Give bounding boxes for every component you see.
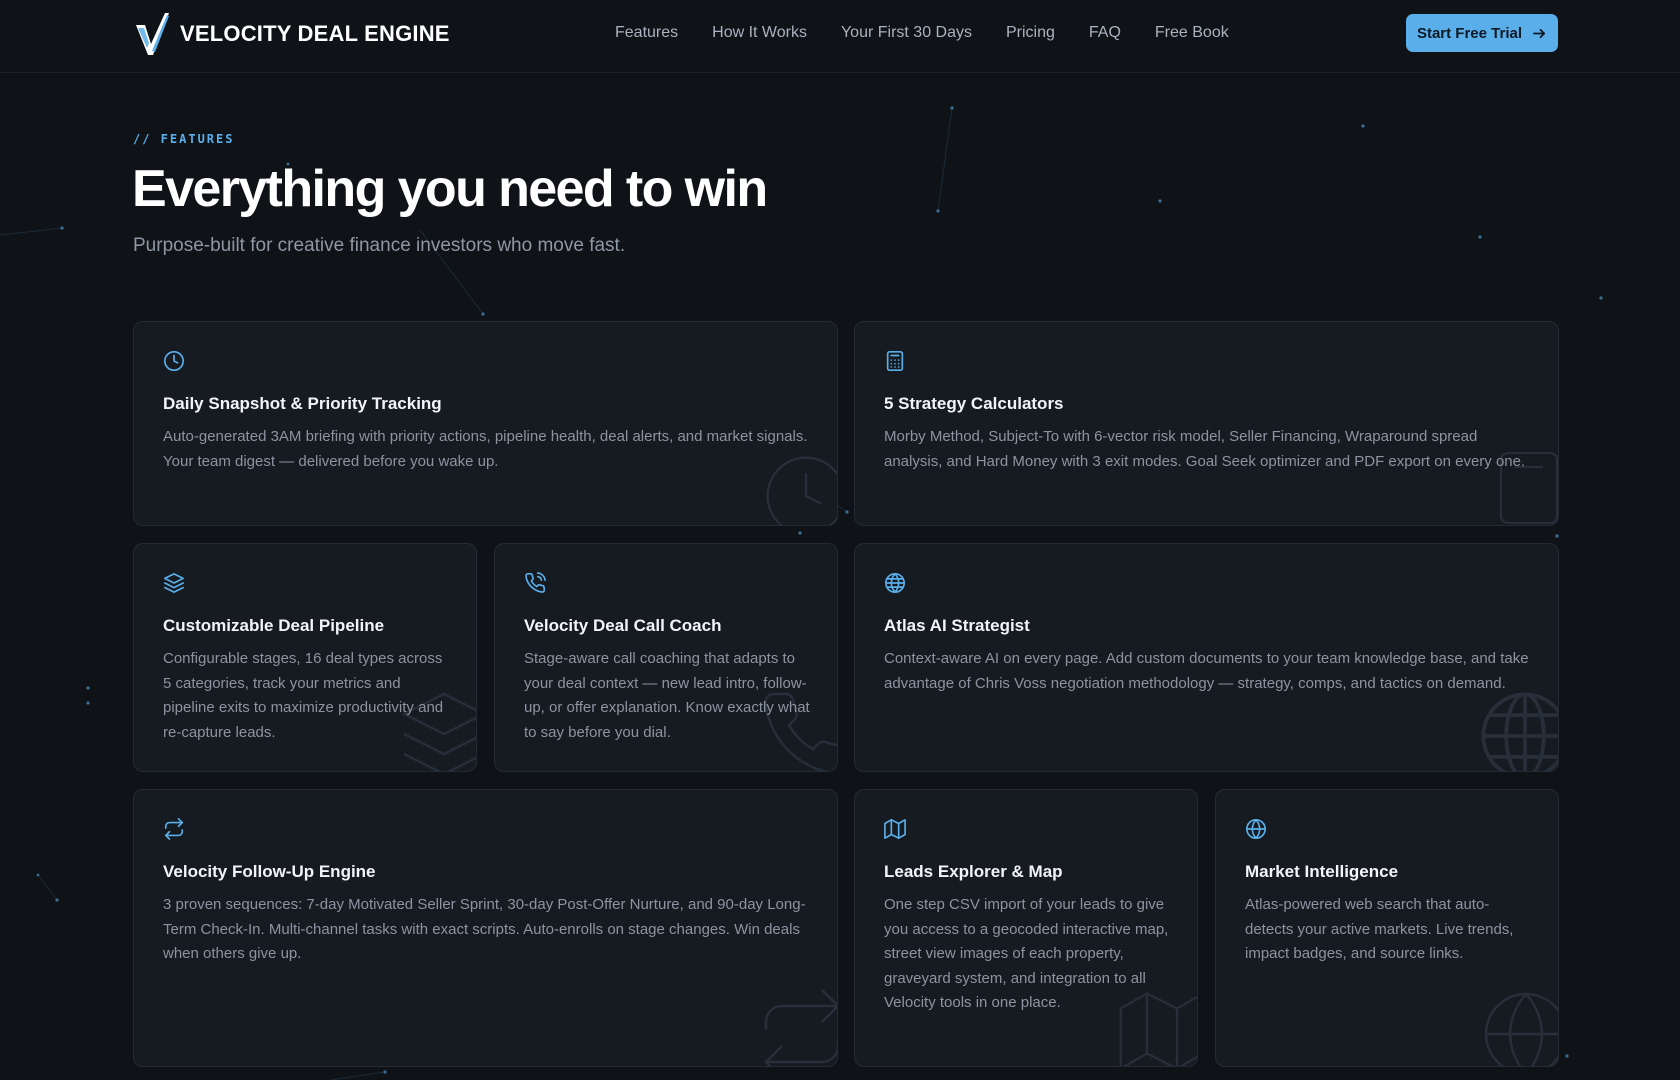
globe-icon (1245, 818, 1267, 840)
feature-card-call-coach: Velocity Deal Call Coach Stage-aware cal… (494, 543, 838, 772)
feature-title: 5 Strategy Calculators (884, 394, 1064, 413)
nav-link-pricing[interactable]: Pricing (1006, 24, 1055, 42)
layers-icon (163, 572, 185, 594)
feature-description: One step CSV import of your leads to giv… (884, 896, 1169, 1011)
feature-card-daily-snapshot: Daily Snapshot & Priority Tracking Auto-… (133, 321, 838, 526)
feature-description: 3 proven sequences: 7-day Motivated Sell… (163, 896, 806, 962)
nav-link-how-it-works[interactable]: How It Works (712, 24, 807, 42)
feature-description: Auto-generated 3AM briefing with priorit… (163, 428, 808, 470)
feature-title: Customizable Deal Pipeline (163, 616, 385, 635)
brand-name: VELOCITY DEAL ENGINE (180, 21, 450, 46)
globe-watermark-icon (1475, 686, 1558, 771)
globe-icon (884, 572, 906, 594)
section-title: Everything you need to win (132, 160, 768, 218)
feature-card-market-intelligence: Market Intelligence Atlas-powered web se… (1215, 789, 1559, 1067)
feature-title: Daily Snapshot & Priority Tracking (163, 394, 442, 413)
top-navbar: VELOCITY DEAL ENGINE Features How It Wor… (0, 0, 1680, 73)
nav-link-free-book[interactable]: Free Book (1155, 24, 1229, 42)
clock-icon (163, 350, 185, 372)
nav-link-features[interactable]: Features (615, 24, 678, 42)
feature-description: Configurable stages, 16 deal types acros… (163, 650, 444, 741)
feature-card-atlas-ai: Atlas AI Strategist Context-aware AI on … (854, 543, 1559, 772)
primary-nav: Features How It Works Your First 30 Days… (615, 0, 1229, 66)
arrow-right-icon (1533, 28, 1546, 38)
feature-description: Context-aware AI on every page. Add cust… (884, 650, 1529, 692)
map-icon (884, 818, 906, 840)
feature-card-follow-up-engine: Velocity Follow-Up Engine 3 proven seque… (133, 789, 838, 1067)
feature-card-leads-explorer: Leads Explorer & Map One step CSV import… (854, 789, 1198, 1067)
phone-call-icon (524, 572, 546, 594)
feature-title: Leads Explorer & Map (884, 862, 1063, 881)
feature-title: Market Intelligence (1245, 862, 1399, 881)
feature-description: Morby Method, Subject-To with 6-vector r… (884, 428, 1526, 470)
landing-page: VELOCITY DEAL ENGINE Features How It Wor… (0, 0, 1680, 1080)
feature-card-strategy-calculators: 5 Strategy Calculators Morby Method, Sub… (854, 321, 1559, 526)
nav-link-faq[interactable]: FAQ (1089, 24, 1121, 42)
feature-card-deal-pipeline: Customizable Deal Pipeline Configurable … (133, 543, 477, 772)
section-subtitle: Purpose-built for creative finance inves… (133, 235, 626, 256)
globe-watermark-icon (1478, 986, 1558, 1066)
feature-description: Atlas-powered web search that auto-detec… (1245, 896, 1514, 962)
nav-link-first-30-days[interactable]: Your First 30 Days (841, 24, 972, 42)
section-eyebrow: // FEATURES (133, 132, 235, 146)
velocity-v-logo-icon (136, 13, 169, 55)
feature-description: Stage-aware call coaching that adapts to… (524, 650, 810, 741)
repeat-icon (163, 818, 185, 840)
calculator-icon (884, 350, 906, 372)
repeat-watermark-icon (754, 986, 837, 1066)
feature-title: Velocity Deal Call Coach (524, 616, 722, 635)
feature-title: Atlas AI Strategist (884, 616, 1030, 635)
feature-title: Velocity Follow-Up Engine (163, 862, 376, 881)
brand-logo[interactable]: VELOCITY DEAL ENGINE (134, 10, 450, 58)
start-free-trial-label: Start Free Trial (1416, 24, 1523, 42)
start-free-trial-button[interactable]: Start Free Trial (1406, 14, 1558, 52)
